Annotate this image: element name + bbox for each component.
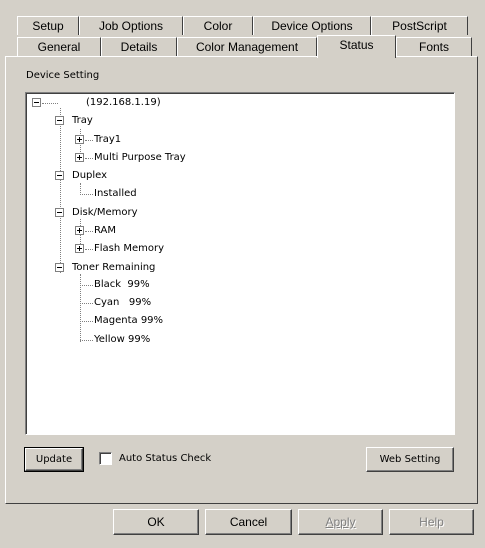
collapse-root-icon[interactable] [32, 98, 41, 107]
tab-row-front: General Details Color Management Status … [17, 35, 472, 58]
tree-line [60, 108, 61, 273]
device-setting-label: Device Setting [26, 70, 100, 81]
tree-node-tray1[interactable]: Tray1 [94, 132, 121, 148]
tree-root-printer[interactable]: (192.168.1.19) [86, 95, 161, 111]
ok-button[interactable]: OK [113, 509, 199, 535]
collapse-toner-remaining-icon[interactable] [55, 263, 64, 272]
tab-job-options[interactable]: Job Options [79, 16, 183, 35]
tree-node-duplex-installed[interactable]: Installed [94, 186, 137, 202]
expand-ram-icon[interactable] [75, 226, 84, 235]
tree-line [80, 321, 93, 322]
apply-button[interactable]: Apply [298, 509, 383, 535]
tree-line [85, 140, 93, 141]
collapse-duplex-icon[interactable] [55, 171, 64, 180]
tree-line [80, 303, 93, 304]
tab-color-management[interactable]: Color Management [177, 37, 317, 56]
printer-properties-dialog: Setup Job Options Color Device Options P… [0, 0, 485, 548]
tab-color[interactable]: Color [183, 16, 253, 35]
tree-node-duplex[interactable]: Duplex [72, 168, 107, 184]
tree-node-toner-black[interactable]: Black 99% [94, 277, 150, 293]
tree-line [80, 194, 93, 195]
tree-node-tray[interactable]: Tray [72, 113, 93, 129]
device-status-tree[interactable]: (192.168.1.19) Tray Tray1 Multi Purpose … [25, 92, 455, 435]
update-button[interactable]: Update [24, 447, 84, 472]
tab-general[interactable]: General [17, 37, 101, 56]
tab-status[interactable]: Status [317, 35, 396, 58]
tab-fonts[interactable]: Fonts [396, 37, 472, 56]
expand-multi-purpose-tray-icon[interactable] [75, 153, 84, 162]
tab-row-back: Setup Job Options Color Device Options P… [17, 16, 468, 35]
tree-node-multi-purpose-tray[interactable]: Multi Purpose Tray [94, 150, 186, 166]
tree-line [80, 340, 93, 341]
tree-node-toner-yellow[interactable]: Yellow 99% [94, 332, 150, 348]
tree-node-disk-memory[interactable]: Disk/Memory [72, 205, 138, 221]
tab-setup[interactable]: Setup [17, 16, 79, 35]
web-setting-button[interactable]: Web Setting [366, 447, 454, 472]
tree-node-toner-magenta[interactable]: Magenta 99% [94, 313, 163, 329]
tree-line [85, 249, 93, 250]
tree-node-toner-cyan[interactable]: Cyan 99% [94, 295, 151, 311]
tab-details[interactable]: Details [101, 37, 177, 56]
auto-status-check-checkbox[interactable] [99, 452, 112, 465]
cancel-button[interactable]: Cancel [205, 509, 292, 535]
tree-line [42, 103, 58, 104]
help-button[interactable]: Help [389, 509, 474, 535]
tree-node-flash-memory[interactable]: Flash Memory [94, 241, 164, 257]
tab-postscript[interactable]: PostScript [371, 16, 468, 35]
expand-tray1-icon[interactable] [75, 135, 84, 144]
tree-line [85, 231, 93, 232]
tree-node-ram[interactable]: RAM [94, 223, 116, 239]
collapse-tray-icon[interactable] [55, 116, 64, 125]
tree-line [85, 158, 93, 159]
expand-flash-memory-icon[interactable] [75, 244, 84, 253]
collapse-disk-memory-icon[interactable] [55, 208, 64, 217]
auto-status-check-label[interactable]: Auto Status Check [119, 452, 211, 465]
tab-device-options[interactable]: Device Options [253, 16, 371, 35]
tree-node-toner-remaining[interactable]: Toner Remaining [72, 260, 155, 276]
tree-line [80, 285, 93, 286]
